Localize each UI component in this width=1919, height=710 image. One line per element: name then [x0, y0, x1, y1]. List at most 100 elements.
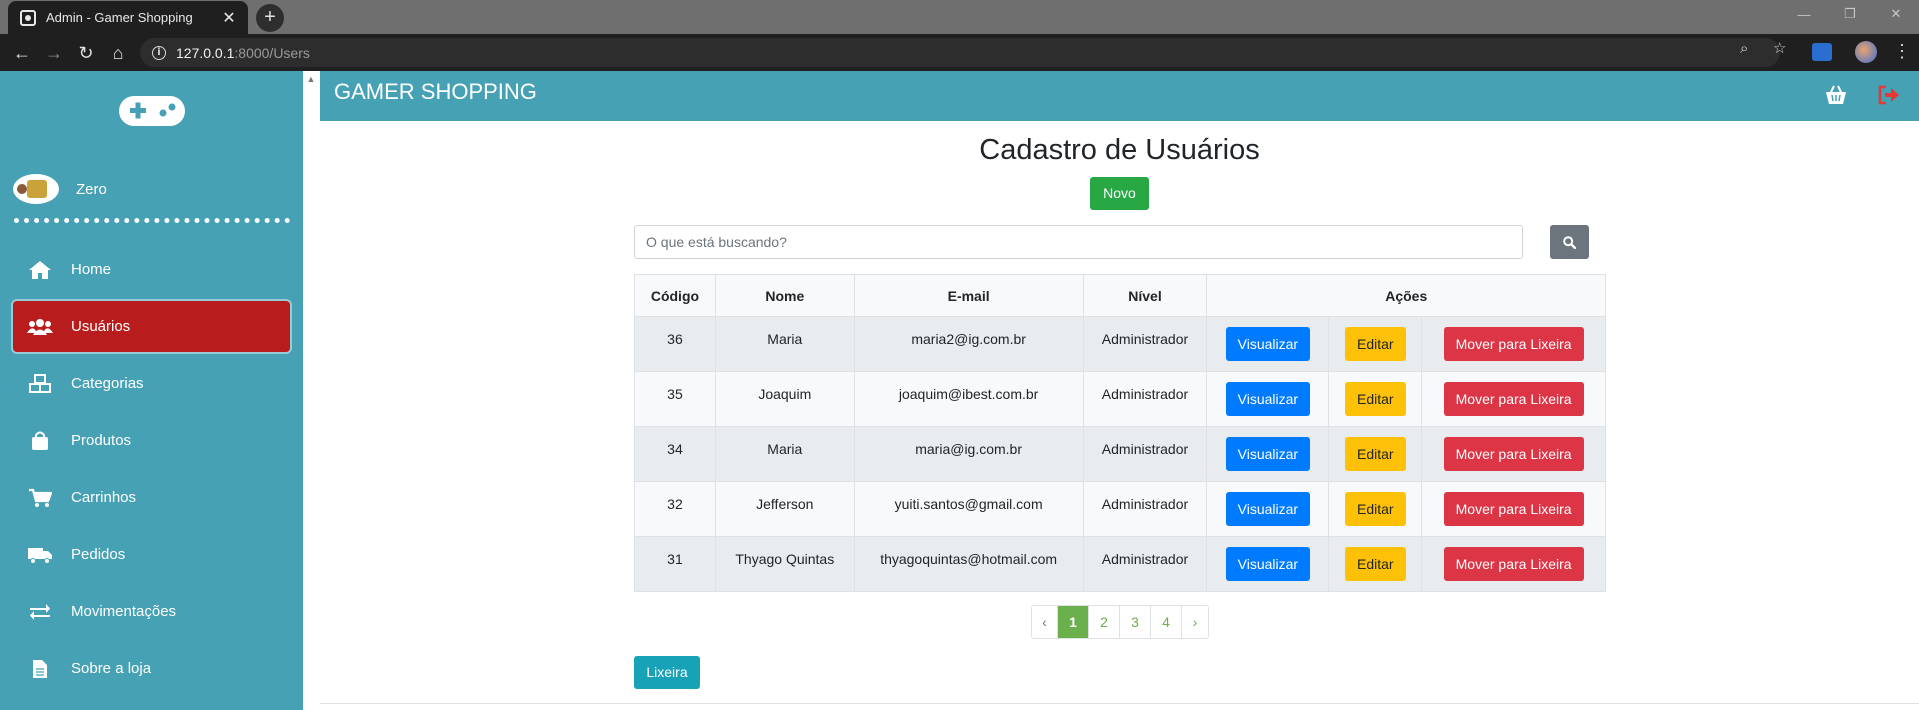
favicon-icon: [20, 9, 36, 26]
user-level: Administrador: [1082, 536, 1208, 592]
sidebar-item-products[interactable]: Produtos: [13, 415, 290, 466]
trash-bin-button[interactable]: Lixeira: [634, 656, 700, 689]
search-input[interactable]: [634, 225, 1523, 259]
action-cell: Editar: [1328, 481, 1423, 537]
move-to-trash-button[interactable]: Mover para Lixeira: [1443, 547, 1584, 581]
sidebar-item-home[interactable]: Home: [13, 244, 290, 295]
scrollbar[interactable]: [303, 71, 319, 710]
user-email: maria@ig.com.br: [853, 426, 1084, 482]
action-cell: Mover para Lixeira: [1421, 371, 1606, 427]
site-info-icon[interactable]: i: [152, 45, 166, 60]
user-code: 32: [634, 481, 716, 537]
extension-icon[interactable]: [1812, 43, 1832, 61]
user-profile[interactable]: Zero: [13, 174, 107, 204]
profile-avatar[interactable]: [1855, 41, 1877, 63]
forward-icon[interactable]: →: [42, 41, 66, 65]
action-cell: Mover para Lixeira: [1421, 426, 1606, 482]
search-button[interactable]: [1550, 225, 1589, 259]
action-cell: Editar: [1328, 316, 1423, 372]
sidebar-item-label: Carrinhos: [71, 489, 137, 506]
view-button[interactable]: Visualizar: [1225, 327, 1311, 361]
sidebar: Zero Home Usuários Categorias Produtos C…: [0, 71, 303, 710]
boxes-icon: [27, 373, 53, 394]
edit-button[interactable]: Editar: [1344, 547, 1406, 581]
user-code: 34: [634, 426, 716, 482]
search-icon: [1563, 235, 1576, 249]
user-name-cell: Jefferson: [714, 481, 855, 537]
move-to-trash-button[interactable]: Mover para Lixeira: [1443, 437, 1584, 471]
basket-icon[interactable]: [1825, 85, 1847, 105]
column-header[interactable]: E-mail: [853, 274, 1084, 317]
browser-menu-icon[interactable]: ⋮: [1893, 40, 1911, 62]
user-code: 31: [634, 536, 716, 592]
column-header[interactable]: Código: [634, 274, 716, 317]
action-cell: Visualizar: [1206, 536, 1330, 592]
back-icon[interactable]: ←: [10, 41, 34, 65]
sidebar-item-label: Home: [71, 261, 112, 278]
user-name-cell: Maria: [714, 426, 855, 482]
move-to-trash-button[interactable]: Mover para Lixeira: [1443, 382, 1584, 416]
page-button-2[interactable]: 2: [1089, 606, 1120, 638]
sidebar-item-carts[interactable]: Carrinhos: [13, 472, 290, 523]
new-user-button[interactable]: Novo: [1090, 177, 1149, 210]
restore-button[interactable]: ❐: [1827, 0, 1873, 28]
view-button[interactable]: Visualizar: [1225, 437, 1311, 471]
close-window-button[interactable]: ✕: [1873, 0, 1919, 28]
move-to-trash-button[interactable]: Mover para Lixeira: [1443, 327, 1584, 361]
page-button-3[interactable]: 3: [1120, 606, 1151, 638]
browser-chrome: Admin - Gamer Shopping ✕ + — ❐ ✕ ← → ↻ ⌂…: [0, 0, 1919, 71]
user-name-cell: Thyago Quintas: [714, 536, 855, 592]
move-to-trash-button[interactable]: Mover para Lixeira: [1443, 492, 1584, 526]
action-cell: Mover para Lixeira: [1421, 481, 1606, 537]
action-cell: Visualizar: [1206, 481, 1330, 537]
reload-icon[interactable]: ↻: [74, 41, 98, 65]
sidebar-item-movements[interactable]: Movimentações: [13, 586, 290, 637]
action-cell: Editar: [1328, 371, 1423, 427]
view-button[interactable]: Visualizar: [1225, 492, 1311, 526]
footer-divider: [320, 703, 1919, 704]
bookmark-star-icon[interactable]: ☆: [1773, 40, 1786, 58]
minimize-button[interactable]: —: [1781, 0, 1827, 28]
topbar: GAMER SHOPPING: [320, 71, 1919, 121]
sidebar-item-orders[interactable]: Pedidos: [13, 529, 290, 580]
edit-button[interactable]: Editar: [1344, 492, 1406, 526]
edit-button[interactable]: Editar: [1344, 327, 1406, 361]
url-host: 127.0.0.1: [176, 44, 235, 61]
edit-button[interactable]: Editar: [1344, 382, 1406, 416]
truck-icon: [27, 545, 53, 565]
new-tab-button[interactable]: +: [256, 4, 284, 32]
zoom-icon[interactable]: ⌕: [1740, 40, 1748, 58]
sidebar-item-label: Sobre a loja: [71, 660, 152, 677]
cart-icon: [27, 488, 53, 508]
user-email: thyagoquintas@hotmail.com: [853, 536, 1084, 592]
sidebar-item-about[interactable]: Sobre a loja: [13, 643, 290, 694]
user-email: yuiti.santos@gmail.com: [853, 481, 1084, 537]
scroll-up-icon[interactable]: ▲: [305, 74, 317, 84]
browser-tab[interactable]: Admin - Gamer Shopping ✕: [8, 1, 248, 34]
column-header[interactable]: Nível: [1082, 274, 1208, 317]
page-button-1[interactable]: 1: [1058, 606, 1089, 638]
home-page-icon[interactable]: ⌂: [106, 41, 130, 65]
user-level: Administrador: [1082, 481, 1208, 537]
view-button[interactable]: Visualizar: [1225, 382, 1311, 416]
user-name-cell: Maria: [714, 316, 855, 372]
window-controls: — ❐ ✕: [1781, 0, 1919, 28]
page-button-4[interactable]: 4: [1151, 606, 1182, 638]
view-button[interactable]: Visualizar: [1225, 547, 1311, 581]
gamepad-logo-icon[interactable]: [117, 93, 187, 129]
previous-page-button[interactable]: ‹: [1032, 606, 1058, 638]
app-title: GAMER SHOPPING: [334, 79, 537, 104]
column-header[interactable]: Nome: [714, 274, 855, 317]
tab-close-icon[interactable]: ✕: [220, 8, 238, 28]
logout-icon[interactable]: [1878, 85, 1900, 105]
sidebar-item-users[interactable]: Usuários: [13, 301, 290, 352]
next-page-button[interactable]: ›: [1182, 606, 1208, 638]
user-code: 36: [634, 316, 716, 372]
exchange-icon: [27, 602, 53, 622]
sidebar-item-categories[interactable]: Categorias: [13, 358, 290, 409]
address-bar[interactable]: i 127.0.0.1:8000/Users: [140, 38, 1780, 67]
page-title: Cadastro de Usuários: [979, 134, 1260, 166]
action-cell: Visualizar: [1206, 426, 1330, 482]
edit-button[interactable]: Editar: [1344, 437, 1406, 471]
user-email: maria2@ig.com.br: [853, 316, 1084, 372]
